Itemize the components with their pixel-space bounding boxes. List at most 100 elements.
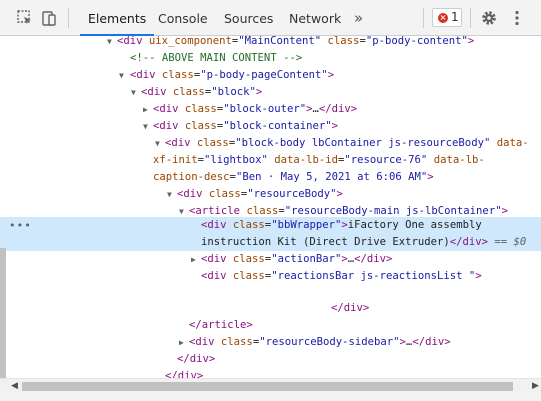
attr-name: data-lb-id	[274, 154, 338, 166]
collapsed-arrow-icon[interactable]: ▶	[143, 101, 151, 118]
attr-value: "block"	[211, 86, 256, 98]
drawer-edge	[0, 393, 541, 401]
attr-name: caption-desc	[153, 171, 230, 183]
attr-value: "Ben · May 5, 2021 at 6:06 AM"	[235, 171, 428, 183]
dom-node-line[interactable]: ▼ <div class="block">	[0, 84, 541, 101]
attr-value: "bbWrapper"	[271, 219, 342, 231]
tag-name: div	[207, 219, 227, 231]
closing-tag: </div>	[354, 253, 393, 265]
tag-name: div	[159, 103, 179, 115]
dom-node-line-selected-wrap[interactable]: instruction Kit (Direct Drive Extruder)<…	[0, 234, 541, 251]
attr-name: data-lb-	[433, 154, 485, 166]
attr-value: "reactionsBar js-reactionsList "	[271, 270, 476, 282]
closing-tag: </article>	[189, 319, 253, 331]
dom-node-line[interactable]: ▼ <div uix_component="MainContent" class…	[0, 36, 541, 50]
attr-name: class	[161, 69, 194, 81]
error-count-badge[interactable]: × 1	[432, 8, 462, 27]
dom-node-line-selected[interactable]: ••• <div class="bbWrapper">iFactory One …	[0, 217, 541, 234]
attr-value: "resourceBody-main js-lbContainer"	[284, 205, 502, 217]
closing-tag: </div>	[318, 103, 358, 115]
dom-node-line-wrap[interactable]: caption-desc="Ben · May 5, 2021 at 6:06 …	[0, 169, 541, 186]
attr-value: "resourceBody"	[247, 188, 337, 200]
expanded-arrow-icon[interactable]: ▼	[107, 36, 115, 50]
inspect-element-icon[interactable]	[16, 9, 34, 27]
closing-tag: </div>	[165, 370, 204, 378]
attr-value: "block-outer"	[223, 103, 307, 115]
text-node: instruction Kit (Direct Drive Extruder)	[201, 236, 450, 248]
more-tabs-button[interactable]: »	[354, 0, 363, 35]
attr-value: "actionBar"	[271, 253, 342, 265]
vertical-scrollbar[interactable]	[0, 248, 6, 378]
dom-node-line-wrap[interactable]: xf-init="lightbox" data-lb-id="resource-…	[0, 152, 541, 169]
scroll-right-icon[interactable]: ▶	[532, 381, 539, 391]
gear-icon[interactable]	[480, 9, 498, 27]
tab-console[interactable]: Console	[158, 0, 208, 35]
tab-network[interactable]: Network	[289, 0, 341, 35]
closing-tag: </div>	[449, 236, 489, 248]
expanded-arrow-icon[interactable]: ▼	[167, 186, 175, 203]
devtools-toolbar: Elements Console Sources Network » × 1	[0, 0, 541, 36]
kebab-menu-icon[interactable]	[508, 9, 526, 27]
expanded-arrow-icon[interactable]: ▼	[155, 135, 163, 152]
tag-name: div	[183, 188, 203, 200]
error-icon: ×	[438, 13, 448, 23]
tag-name: div	[171, 137, 191, 149]
tab-sources[interactable]: Sources	[224, 0, 273, 35]
tag-name: div	[123, 36, 143, 47]
error-count: 1	[451, 10, 459, 24]
tag-text: <div	[117, 36, 143, 47]
toolbar-divider	[68, 8, 69, 28]
tag-name: div	[195, 336, 215, 348]
tag-name: div	[159, 120, 179, 132]
tag-name: div	[207, 270, 227, 282]
expanded-arrow-icon[interactable]: ▼	[143, 118, 151, 135]
horizontal-scrollbar[interactable]: ◀ ▶	[0, 378, 541, 393]
dom-node-line[interactable]: <div class="reactionsBar js-reactionsLis…	[0, 268, 541, 285]
attr-value: "block-container"	[223, 120, 332, 132]
attr-name: uix_component	[148, 36, 232, 47]
tag-name: div	[136, 69, 156, 81]
attr-value: "block-body lbContainer js-resourceBody"	[235, 137, 491, 149]
tab-elements[interactable]: Elements	[79, 0, 155, 36]
attr-value: "lightbox"	[204, 154, 268, 166]
dom-node-line[interactable]: </div>	[0, 351, 541, 368]
attr-name: class	[246, 205, 279, 217]
dom-node-line[interactable]: ▼ <div class="block-body lbContainer js-…	[0, 135, 541, 152]
dom-node-line[interactable]: ▶ <div class="actionBar">…</div>	[0, 251, 541, 268]
attr-name: class	[232, 253, 265, 265]
scroll-left-icon[interactable]: ◀	[11, 381, 18, 391]
toolbar-divider	[470, 8, 471, 28]
closing-tag: </div>	[177, 353, 216, 365]
attr-value: "p-body-content"	[365, 36, 468, 47]
attr-value: "resourceBody-sidebar"	[259, 336, 400, 348]
attr-name: class	[184, 103, 217, 115]
attr-name: class	[232, 219, 265, 231]
attr-value: "p-body-pageContent"	[200, 69, 328, 81]
device-toolbar-icon[interactable]	[40, 9, 58, 27]
dom-node-line[interactable]: </article>	[0, 317, 541, 334]
dom-node-line[interactable]: ▶ <div class="block-outer">…</div>	[0, 101, 541, 118]
dom-node-line[interactable]: ▼ <div class="p-body-pageContent">	[0, 67, 541, 84]
attr-name: class	[172, 86, 205, 98]
text-node: iFactory One assembly	[347, 219, 482, 231]
node-actions-icon[interactable]: •••	[9, 217, 32, 234]
dom-node-line[interactable]: ▼ <div class="block-container">	[0, 118, 541, 135]
dom-node-line[interactable]: <!-- ABOVE MAIN CONTENT -->	[0, 50, 541, 67]
dom-node-line[interactable]: </div>	[0, 368, 541, 378]
dom-tree: ▼ <div uix_component="MainContent" class…	[0, 36, 541, 378]
tag-name: div	[147, 86, 167, 98]
expanded-arrow-icon[interactable]: ▼	[119, 67, 127, 84]
dom-node-line[interactable]: </div>	[0, 300, 541, 317]
attr-name: class	[184, 120, 217, 132]
attr-name: xf-init	[153, 154, 198, 166]
horizontal-scroll-thumb[interactable]	[22, 382, 513, 391]
tag-name: article	[195, 205, 241, 217]
selected-node-marker: == $0	[494, 236, 527, 248]
tag-name: div	[207, 253, 227, 265]
dom-node-line[interactable]: ▼ <div class="resourceBody">	[0, 186, 541, 203]
collapsed-arrow-icon[interactable]: ▶	[191, 251, 199, 268]
attr-name: class	[232, 270, 265, 282]
dom-node-line[interactable]: ▶ <div class="resourceBody-sidebar">…</d…	[0, 334, 541, 351]
expanded-arrow-icon[interactable]: ▼	[131, 84, 139, 101]
collapsed-arrow-icon[interactable]: ▶	[179, 334, 187, 351]
